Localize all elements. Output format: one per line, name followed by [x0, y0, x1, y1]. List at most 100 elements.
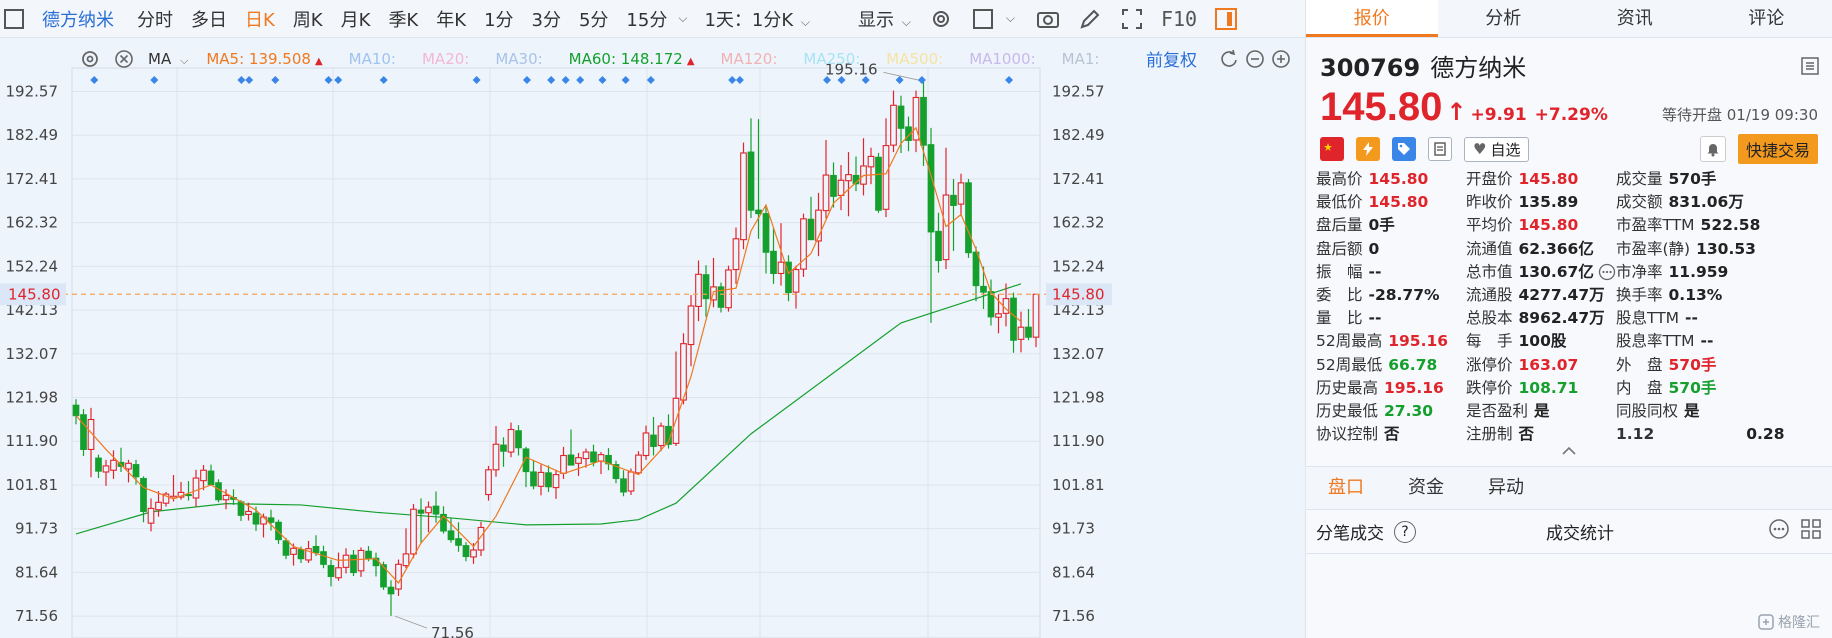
quick-trade-button[interactable]: 快捷交易 — [1737, 134, 1818, 164]
lightning-icon[interactable] — [1356, 137, 1380, 161]
quote-value: 66.78 — [1388, 355, 1438, 374]
quote-value: 是 — [1534, 401, 1550, 420]
add-watchlist-button[interactable]: ♥ 自选 — [1464, 136, 1530, 162]
ma-item-3[interactable]: MA30: — [495, 50, 542, 68]
bell-icon[interactable] — [1699, 136, 1726, 162]
ma-item-4[interactable]: MA60: 148.172 ▲ — [569, 50, 695, 68]
candle-body — [537, 471, 545, 487]
candle-body — [402, 553, 410, 567]
camera-icon[interactable] — [1036, 7, 1060, 31]
side-panel-toggle-icon[interactable] — [1215, 7, 1238, 30]
ma-item-label: MA20: — [421, 50, 470, 68]
period-tab-1[interactable]: 多日 — [182, 6, 236, 32]
zoom-out-icon[interactable] — [1245, 49, 1265, 69]
quote-cell: 1.12 0.28 — [1616, 423, 1785, 446]
chevron-down-icon[interactable]: ⌵ — [678, 11, 687, 26]
draw-pen-icon[interactable] — [1078, 7, 1102, 31]
panel-tab-1[interactable]: 分析 — [1438, 0, 1570, 37]
f10-button[interactable]: F10 — [1153, 7, 1205, 31]
kline-svg[interactable]: 192.57 192.57 182.49 182.49 172.41 172.41 162.… — [0, 38, 1305, 638]
period-tab-6[interactable]: 年K — [427, 6, 475, 32]
fullscreen-icon[interactable] — [1120, 7, 1144, 31]
display-menu[interactable]: 显示 ⌵ — [849, 6, 920, 32]
quote-label: 外 盘 — [1616, 355, 1663, 374]
note-icon[interactable] — [1428, 137, 1452, 161]
candle-body — [267, 517, 275, 523]
ma-close-icon[interactable] — [114, 49, 134, 69]
period-tab-0[interactable]: 分时 — [128, 6, 182, 32]
period-tab-9[interactable]: 5分 — [570, 6, 617, 32]
stock-title: 300769 德方纳米 — [1320, 48, 1818, 83]
quote-value: 195.16 — [1384, 378, 1444, 397]
quote-cell: 历史最低 27.30 — [1316, 400, 1466, 423]
ma-item-5[interactable]: MA120: — [721, 50, 778, 68]
panel-tab-3[interactable]: 评论 — [1701, 0, 1832, 37]
panel-tab-2[interactable]: 资讯 — [1569, 0, 1701, 37]
quote-cell: 52周最高 195.16 — [1316, 330, 1466, 353]
ma-item-2[interactable]: MA20: — [422, 50, 469, 68]
y-tick-label-left: 71.56 — [15, 607, 58, 625]
range-select[interactable]: 1天：1分K ⌵ — [695, 6, 819, 32]
ma-item-6[interactable]: MA250: — [803, 50, 860, 68]
current-price-tag-left: 145.80 — [8, 285, 61, 303]
quote-label: 换手率 — [1616, 285, 1663, 304]
quote-value: 570手 — [1668, 378, 1717, 397]
zoom-in-icon[interactable] — [1271, 49, 1291, 69]
period-tab-2[interactable]: 日K — [236, 6, 284, 32]
period-tab-8[interactable]: 3分 — [523, 6, 570, 32]
candle-body — [567, 454, 575, 466]
period-tab-7[interactable]: 1分 — [475, 6, 522, 32]
layout-icon[interactable] — [971, 7, 995, 31]
more-icon[interactable] — [1598, 261, 1616, 284]
ma-item-8[interactable]: MA1000: — [969, 50, 1035, 68]
grid-view-icon[interactable] — [1800, 518, 1822, 545]
candle-body — [687, 305, 695, 346]
candle-body — [335, 567, 342, 579]
period-tab-3[interactable]: 周K — [284, 6, 332, 32]
adjust-mode-button[interactable]: 前复权 — [1146, 46, 1197, 71]
order-book-tab-1[interactable]: 资金 — [1386, 467, 1466, 509]
quote-label: 跌停价 — [1466, 378, 1513, 397]
ma-item-1[interactable]: MA10: — [349, 50, 396, 68]
candle-body — [1010, 297, 1017, 341]
quote-value: 145.80 — [1518, 170, 1579, 188]
settings-icon[interactable] — [929, 7, 953, 31]
candle-body — [245, 510, 252, 516]
ma-indicator-select[interactable]: MA ⌵ — [148, 50, 188, 68]
more-icon[interactable] — [1768, 518, 1790, 545]
period-tab-5[interactable]: 季K — [379, 6, 427, 32]
stock-name-link[interactable]: 德方纳米 — [36, 6, 128, 32]
panel-tab-0[interactable]: 报价 — [1306, 0, 1438, 37]
ma-item-0[interactable]: MA5: 139.508 ▲ — [206, 50, 322, 68]
order-book-tab-0[interactable]: 盘口 — [1306, 467, 1386, 509]
ma-settings-icon[interactable] — [80, 49, 100, 69]
kline-chart[interactable]: 192.57 192.57 182.49 182.49 172.41 172.41 162.… — [0, 38, 1305, 638]
trade-stats-tab[interactable]: 成交统计 — [1546, 519, 1614, 544]
ma-item-7[interactable]: MA500: — [886, 50, 943, 68]
low-annotation: 71.56 — [431, 624, 474, 638]
help-icon[interactable]: ? — [1394, 520, 1416, 543]
reset-zoom-icon[interactable] — [1219, 49, 1239, 69]
period-tab-4[interactable]: 月K — [332, 6, 380, 32]
candle-body — [560, 454, 567, 474]
quote-label: 盘后额 — [1316, 239, 1363, 258]
list-menu-icon[interactable] — [1800, 56, 1820, 80]
quote-cell: 市盈率(静) 130.53 — [1616, 238, 1766, 261]
ma-item-label: MA10: — [348, 50, 396, 68]
collapse-chevron-up-icon[interactable] — [1306, 446, 1832, 460]
sidebar-toggle-icon[interactable] — [4, 8, 24, 29]
ma-item-9[interactable]: MA1: — [1062, 50, 1100, 68]
candle-body — [155, 501, 162, 511]
quote-label: 涨停价 — [1466, 355, 1513, 374]
tag-icon[interactable] — [1392, 137, 1416, 161]
quote-label: 同股同权 — [1616, 401, 1679, 420]
order-book-tab-2[interactable]: 异动 — [1466, 467, 1546, 509]
candle-body — [222, 494, 230, 501]
candle-body — [282, 540, 290, 556]
candle-body — [650, 434, 657, 447]
period-tab-10[interactable]: 15分 — [617, 6, 676, 32]
candle-body — [447, 530, 455, 541]
candle-body — [762, 213, 770, 253]
chevron-down-icon[interactable]: ⌵ — [1006, 11, 1015, 26]
y-tick-label-right: 152.24 — [1052, 257, 1105, 275]
